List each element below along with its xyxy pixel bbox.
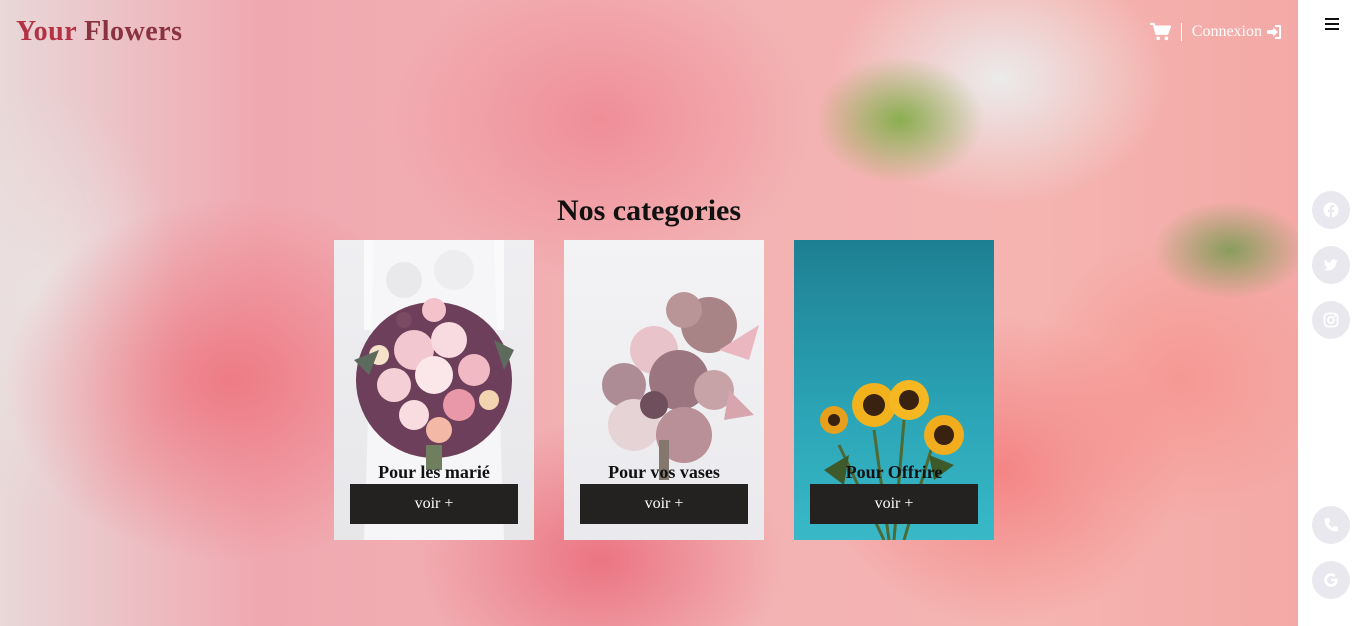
voir-button-gift[interactable]: voir + [810,484,978,524]
menu-icon[interactable] [1325,18,1339,32]
phone-icon[interactable] [1312,506,1350,544]
voir-button-wedding[interactable]: voir + [350,484,518,524]
category-title: Pour Offrire [845,462,943,482]
google-icon[interactable] [1312,561,1350,599]
brand-part2: Flowers [84,16,183,47]
nav-divider [1180,23,1182,41]
category-cards: Pour les marié voir + Pour vos vases voi… [334,240,994,540]
category-title: Pour les marié [378,462,490,482]
facebook-icon[interactable] [1312,191,1350,229]
brand-part1: Your [16,16,77,47]
login-icon [1267,25,1281,39]
login-label: Connexion [1191,23,1262,40]
category-card-wedding[interactable]: Pour les marié voir + [334,240,534,540]
login-link[interactable]: Connexion [1192,23,1282,41]
voir-button-vases[interactable]: voir + [580,484,748,524]
section-title: Nos categories [556,194,742,227]
category-card-gift[interactable]: Pour Offrire voir + [794,240,994,540]
brand-logo[interactable]: Your Flowers [16,16,182,48]
category-card-vases[interactable]: Pour vos vases voir + [564,240,764,540]
cart-icon[interactable] [1149,22,1171,42]
side-rail [1298,0,1366,626]
top-nav: Connexion [1149,22,1282,42]
category-title: Pour vos vases [608,462,720,482]
twitter-icon[interactable] [1312,246,1350,284]
instagram-icon[interactable] [1312,301,1350,339]
